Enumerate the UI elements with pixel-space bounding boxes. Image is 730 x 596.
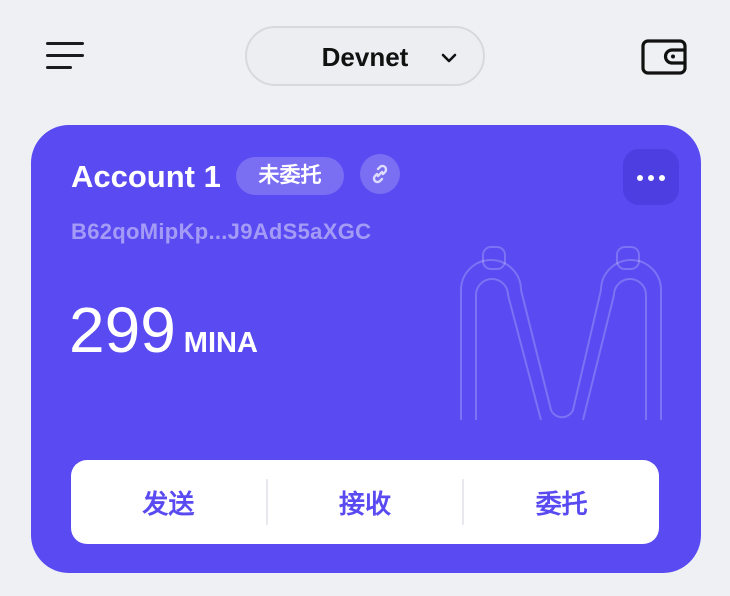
mina-logo-watermark	[460, 246, 662, 421]
chevron-down-icon	[441, 53, 457, 63]
link-icon	[372, 164, 388, 184]
balance-amount: 299	[69, 294, 176, 366]
network-selector[interactable]: Devnet	[245, 26, 485, 86]
more-horizontal-icon	[648, 175, 654, 181]
menu-icon-line	[46, 54, 84, 57]
more-horizontal-icon	[637, 175, 643, 181]
menu-icon-line	[46, 42, 84, 45]
account-card: Account 1 未委托 B62qoMipKp...J9AdS5aXGC 29…	[31, 125, 701, 573]
link-button[interactable]	[360, 154, 400, 194]
delegate-button[interactable]: 委托	[464, 460, 659, 544]
balance: 299 MINA	[69, 293, 258, 367]
receive-button[interactable]: 接收	[268, 460, 463, 544]
menu-icon-line	[46, 66, 72, 69]
account-address[interactable]: B62qoMipKp...J9AdS5aXGC	[71, 219, 371, 245]
balance-unit: MINA	[183, 327, 258, 359]
send-button[interactable]: 发送	[71, 460, 266, 544]
wallet-icon[interactable]	[640, 36, 688, 78]
top-bar: Devnet	[0, 0, 730, 112]
more-options-button[interactable]	[623, 149, 679, 205]
delegation-status-badge: 未委托	[236, 157, 344, 195]
account-name: Account 1	[71, 159, 221, 194]
more-horizontal-icon	[659, 175, 665, 181]
menu-button[interactable]	[46, 40, 86, 72]
action-bar: 发送 接收 委托	[71, 460, 659, 544]
